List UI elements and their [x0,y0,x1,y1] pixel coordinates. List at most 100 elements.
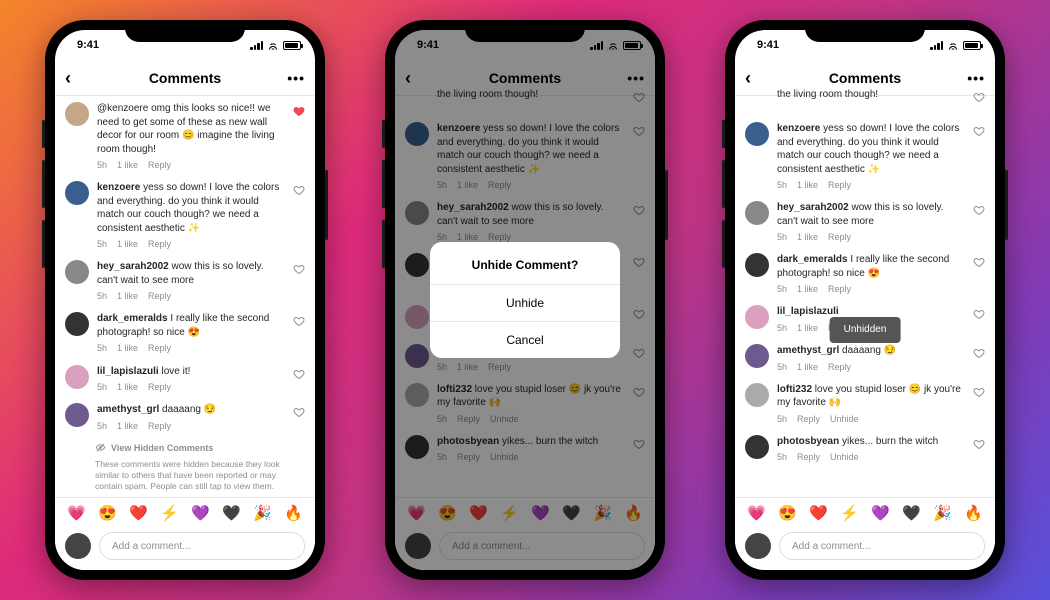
like-comment-icon[interactable] [973,91,985,103]
comment-time: 5h [777,451,787,463]
like-comment-icon[interactable] [293,315,305,327]
commenter-avatar[interactable] [745,305,769,329]
view-hidden-label: View Hidden Comments [111,443,213,455]
comment-time: 5h [777,322,787,334]
comment-likes[interactable]: 1 like [117,420,138,432]
emoji-quick-pick[interactable]: ❤️ [129,504,148,522]
comment-input[interactable]: Add a comment... [779,532,985,560]
emoji-quick-pick[interactable]: 🖤 [222,504,241,522]
reply-button[interactable]: Reply [797,451,820,463]
comment-time: 5h [777,361,787,373]
commenter-avatar[interactable] [745,201,769,225]
commenter-avatar[interactable] [745,435,769,459]
comment-likes[interactable]: 1 like [117,381,138,393]
like-comment-icon[interactable] [293,263,305,275]
commenter-avatar[interactable] [65,102,89,126]
like-comment-icon[interactable] [973,204,985,216]
commenter-avatar[interactable] [745,383,769,407]
comment-likes[interactable]: 1 like [117,342,138,354]
emoji-quick-pick[interactable]: ⚡ [840,504,859,522]
like-comment-icon[interactable] [973,256,985,268]
emoji-quick-pick[interactable]: 🔥 [964,504,983,522]
commenter-avatar[interactable] [745,88,769,112]
emoji-quick-row: 💗 😍 ❤️ ⚡ 💜 🖤 🎉 🔥 [735,498,995,528]
commenter-avatar[interactable] [65,260,89,284]
comment-text: kenzoere yess so down! I love the colors… [777,122,965,176]
emoji-quick-row: 💗 😍 ❤️ ⚡ 💜 🖤 🎉 🔥 [55,498,315,528]
unhide-link[interactable]: Unhide [830,451,859,463]
comment-likes[interactable]: 1 like [117,238,138,250]
emoji-quick-pick[interactable]: 💜 [871,504,890,522]
view-hidden-desc: These comments were hidden because they … [95,459,303,492]
commenter-avatar[interactable] [745,253,769,277]
more-button[interactable]: ••• [287,70,305,86]
commenter-avatar[interactable] [65,312,89,336]
comments-feed: @kenzoere omg this looks so nice!! we ne… [55,96,315,497]
commenter-avatar[interactable] [745,122,769,146]
commenter-avatar[interactable] [65,181,89,205]
comment-time: 5h [97,342,107,354]
reply-button[interactable]: Reply [148,290,171,302]
reply-button[interactable]: Reply [148,342,171,354]
emoji-quick-pick[interactable]: 🎉 [933,504,952,522]
reply-button[interactable]: Reply [828,231,851,243]
commenter-avatar[interactable] [65,365,89,389]
like-comment-icon[interactable] [293,406,305,418]
comment-text: photosbyean yikes... burn the witch [777,435,965,449]
emoji-quick-pick[interactable]: 💗 [67,504,86,522]
comment-likes[interactable]: 1 like [797,179,818,191]
comment-row: the living room though! [735,82,995,116]
comment-input[interactable]: Add a comment... [99,532,305,560]
like-comment-icon[interactable] [973,308,985,320]
status-bar: 9:41 [55,30,315,60]
emoji-quick-pick[interactable]: 🎉 [253,504,272,522]
unhide-button[interactable]: Unhide [430,284,620,321]
emoji-quick-pick[interactable]: 😍 [98,504,117,522]
like-comment-icon[interactable] [293,368,305,380]
status-time: 9:41 [77,39,99,51]
emoji-quick-pick[interactable]: 🖤 [902,504,921,522]
comment-text: lil_lapislazuli love it! [97,365,285,379]
reply-button[interactable]: Reply [797,413,820,425]
emoji-quick-pick[interactable]: 🔥 [284,504,303,522]
reply-button[interactable]: Reply [828,283,851,295]
comment-text: amethyst_grl daaaang 😏 [777,344,965,358]
comment-composer: 💗 😍 ❤️ ⚡ 💜 🖤 🎉 🔥 Add a comment... [55,497,315,570]
emoji-quick-pick[interactable]: ⚡ [160,504,179,522]
unhide-link[interactable]: Unhide [830,413,859,425]
emoji-quick-pick[interactable]: 💜 [191,504,210,522]
battery-icon [963,41,981,50]
like-comment-icon[interactable] [973,347,985,359]
cancel-button[interactable]: Cancel [430,321,620,358]
emoji-quick-pick[interactable]: 😍 [778,504,797,522]
like-comment-icon[interactable] [293,184,305,196]
like-comment-icon[interactable] [973,125,985,137]
reply-button[interactable]: Reply [148,420,171,432]
reply-button[interactable]: Reply [828,361,851,373]
hidden-comments-section[interactable]: View Hidden Comments These comments were… [55,436,315,497]
comment-likes[interactable]: 1 like [117,290,138,302]
comment-likes[interactable]: 1 like [797,283,818,295]
reply-button[interactable]: Reply [148,381,171,393]
unhide-dialog: Unhide Comment? Unhide Cancel [430,242,620,358]
comment-likes[interactable]: 1 like [797,231,818,243]
page-title: Comments [149,70,221,86]
reply-button[interactable]: Reply [148,238,171,250]
commenter-avatar[interactable] [65,403,89,427]
comment-likes[interactable]: 1 like [797,361,818,373]
emoji-quick-pick[interactable]: 💗 [747,504,766,522]
comment-likes[interactable]: 1 like [797,322,818,334]
comment-row: lil_lapislazuli love it! 5h1 likeReply [55,359,315,398]
commenter-avatar[interactable] [745,344,769,368]
cell-signal-icon [250,41,263,50]
comment-row: dark_emeralds I really like the second p… [735,247,995,299]
like-comment-icon[interactable] [293,105,305,117]
reply-button[interactable]: Reply [148,159,171,171]
reply-button[interactable]: Reply [828,179,851,191]
comment-likes[interactable]: 1 like [117,159,138,171]
like-comment-icon[interactable] [973,386,985,398]
emoji-quick-pick[interactable]: ❤️ [809,504,828,522]
battery-icon [283,41,301,50]
back-button[interactable]: ‹ [65,69,71,87]
like-comment-icon[interactable] [973,438,985,450]
